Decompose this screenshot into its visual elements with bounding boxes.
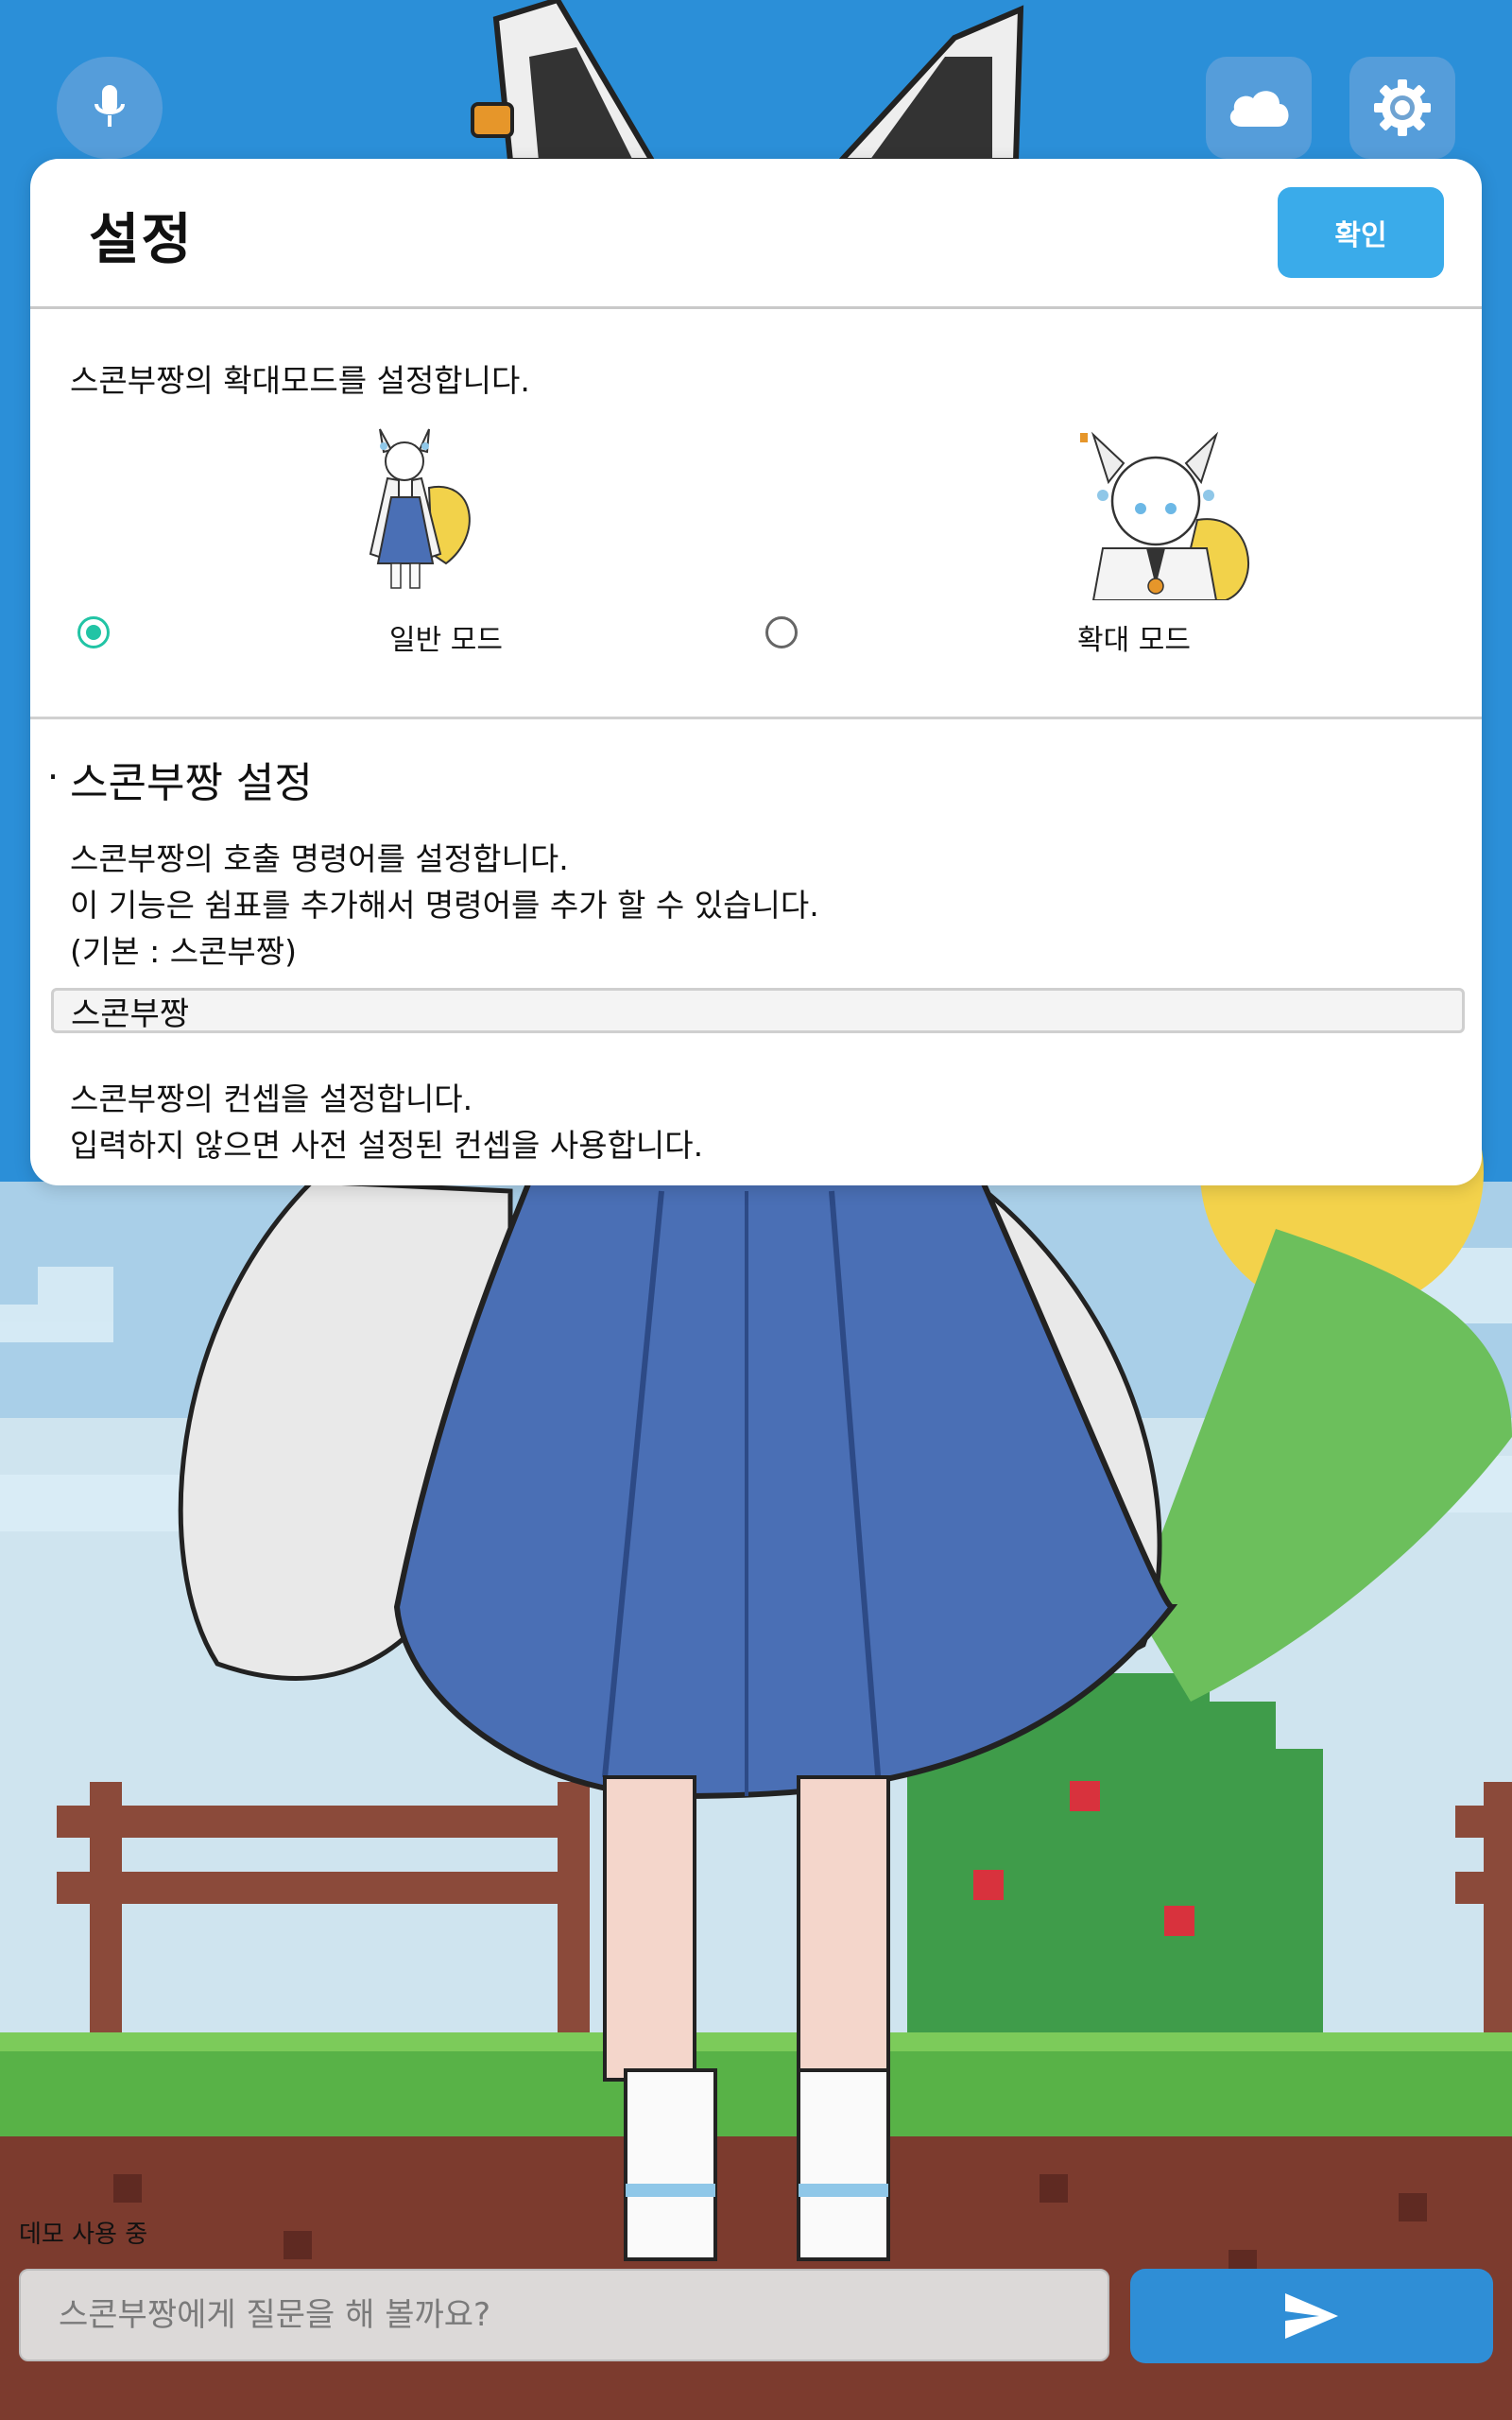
dialog-title: 설정 — [89, 207, 194, 271]
question-input[interactable] — [19, 2269, 1109, 2361]
confirm-button[interactable]: 확인 — [1278, 187, 1444, 278]
settings-dialog: 설정 확인 스콘부짱의 확대모드를 설정합니다. 일반 모드 확대 모드 · 스… — [30, 159, 1482, 1185]
concept-description: 스콘부짱의 컨셉을 설정합니다. — [70, 1080, 473, 1117]
call-word-description: 스콘부짱의 호출 명령어를 설정합니다. — [70, 840, 569, 877]
normal-mode-character-image[interactable] — [342, 422, 484, 596]
cloud-icon — [1229, 91, 1289, 127]
section-divider — [30, 717, 1482, 719]
call-word-hint: 이 기능은 쉼표를 추가해서 명령어를 추가 할 수 있습니다. — [70, 887, 819, 924]
zoom-mode-character-image[interactable] — [1065, 425, 1254, 600]
cloud-button[interactable] — [1206, 57, 1312, 159]
send-icon — [1285, 2293, 1338, 2339]
section-title: 스콘부짱 설정 — [70, 759, 313, 807]
settings-button[interactable] — [1349, 57, 1455, 159]
zoom-mode-description: 스콘부짱의 확대모드를 설정합니다. — [70, 362, 530, 399]
mic-button[interactable] — [57, 57, 163, 159]
section-bullet: · — [47, 756, 60, 798]
gear-icon — [1374, 79, 1431, 136]
dialog-header: 설정 확인 — [30, 159, 1482, 309]
send-button[interactable] — [1130, 2269, 1493, 2363]
microphone-icon — [94, 85, 125, 127]
demo-status-label: 데모 사용 중 — [19, 2221, 148, 2249]
concept-hint: 입력하지 않으면 사전 설정된 컨셉을 사용합니다. — [70, 1127, 704, 1164]
call-word-input[interactable] — [51, 988, 1465, 1033]
call-word-default: (기본 : 스콘부짱) — [70, 933, 298, 970]
zoom-mode-radio[interactable] — [765, 616, 798, 648]
normal-mode-radio[interactable] — [77, 616, 110, 648]
normal-mode-label: 일반 모드 — [389, 624, 503, 657]
zoom-mode-label: 확대 모드 — [1077, 624, 1191, 657]
